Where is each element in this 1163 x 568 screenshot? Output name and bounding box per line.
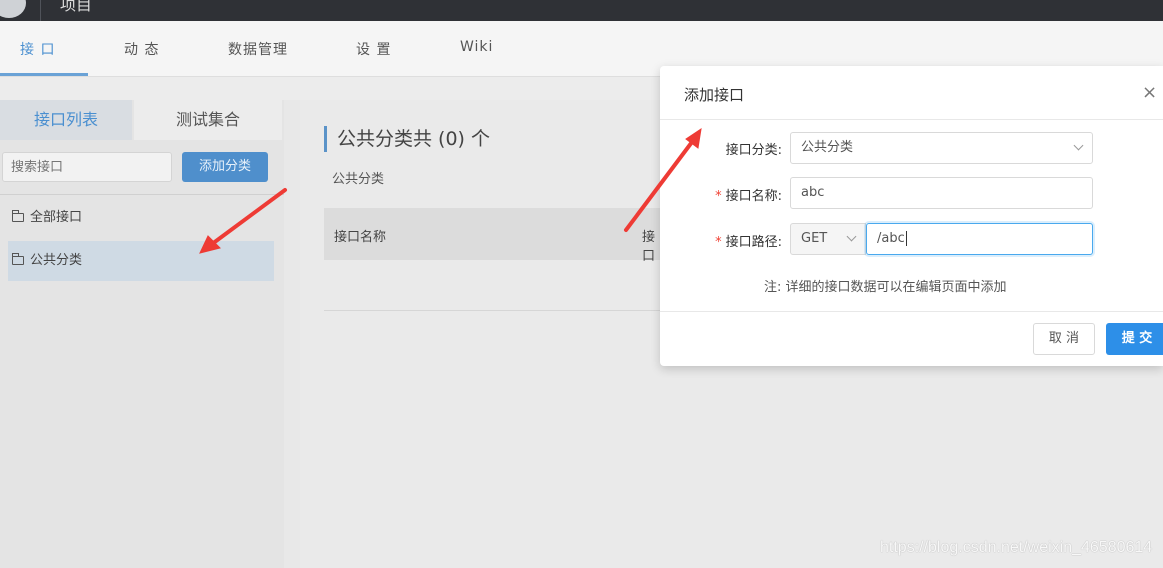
column-header-name: 接口名称 (334, 230, 387, 245)
tab-test-collection[interactable]: 测试集合 (134, 100, 282, 140)
cancel-button[interactable]: 取 消 (1033, 323, 1095, 355)
form-note: 注: 详细的接口数据可以在编辑页面中添加 (764, 280, 1007, 295)
tab-settings[interactable]: 设 置 (356, 39, 391, 59)
tab-wiki[interactable]: Wiki (460, 39, 493, 55)
tab-data-management[interactable]: 数据管理 (228, 39, 288, 59)
required-marker: * (715, 235, 722, 250)
text-cursor (905, 231, 907, 246)
interface-name-value: abc (801, 185, 825, 200)
method-select[interactable]: GET (790, 223, 866, 255)
tree-item-label: 公共分类 (30, 253, 83, 268)
interface-path-value: /abc (877, 231, 905, 246)
path-label: * 接口路径: (660, 231, 782, 250)
interface-path-input[interactable]: /abc (866, 223, 1093, 255)
divider (0, 194, 284, 195)
search-input[interactable] (2, 152, 172, 182)
add-category-button[interactable]: 添加分类 (182, 152, 268, 182)
chevron-down-icon (1073, 140, 1084, 151)
category-select[interactable]: 公共分类 (790, 132, 1093, 164)
table-header: 接口名称 接口 (324, 208, 664, 264)
resize-gutter (284, 100, 300, 568)
interface-name-input[interactable]: abc (790, 177, 1093, 209)
active-tab-indicator (0, 73, 88, 76)
interface-sidebar: 接口列表 测试集合 添加分类 全部接口 公共分类 (0, 100, 284, 568)
tree-item-all-interfaces[interactable]: 全部接口 (8, 198, 274, 238)
close-icon[interactable]: × (1142, 82, 1157, 103)
dialog-title: 添加接口 (684, 86, 745, 104)
add-interface-dialog: 添加接口 × 接口分类: 公共分类 * 接口名称: abc * 接口路径: GET … (660, 66, 1163, 366)
category-select-value: 公共分类 (801, 140, 854, 155)
folder-icon (12, 253, 24, 265)
table-divider (324, 310, 664, 311)
folder-icon (12, 210, 24, 222)
tree-item-label: 全部接口 (30, 210, 83, 225)
divider (40, 0, 41, 21)
category-description: 公共分类 (332, 172, 385, 187)
path-label-text: 接口路径: (725, 235, 782, 250)
logo-icon[interactable] (0, 0, 26, 18)
name-label-text: 接口名称: (725, 189, 782, 204)
required-marker: * (715, 189, 722, 204)
divider (660, 311, 1163, 312)
category-label: 接口分类: (725, 143, 782, 158)
project-name[interactable]: 项目 (60, 0, 92, 15)
name-label: * 接口名称: (660, 185, 782, 204)
tab-activity[interactable]: 动 态 (124, 39, 159, 59)
watermark: https://blog.csdn.net/weixin_46580614 (880, 539, 1153, 556)
tab-interface-list[interactable]: 接口列表 (0, 100, 132, 140)
method-select-value: GET (801, 231, 828, 246)
divider (660, 119, 1163, 120)
chevron-down-icon (846, 231, 857, 242)
page-title: 公共分类共 (0) 个 (324, 126, 490, 152)
submit-button[interactable]: 提 交 (1106, 323, 1163, 355)
top-bar: 项目 (0, 0, 1163, 21)
tree-item-public-category[interactable]: 公共分类 (8, 241, 274, 281)
tab-interface[interactable]: 接 口 (20, 39, 55, 59)
